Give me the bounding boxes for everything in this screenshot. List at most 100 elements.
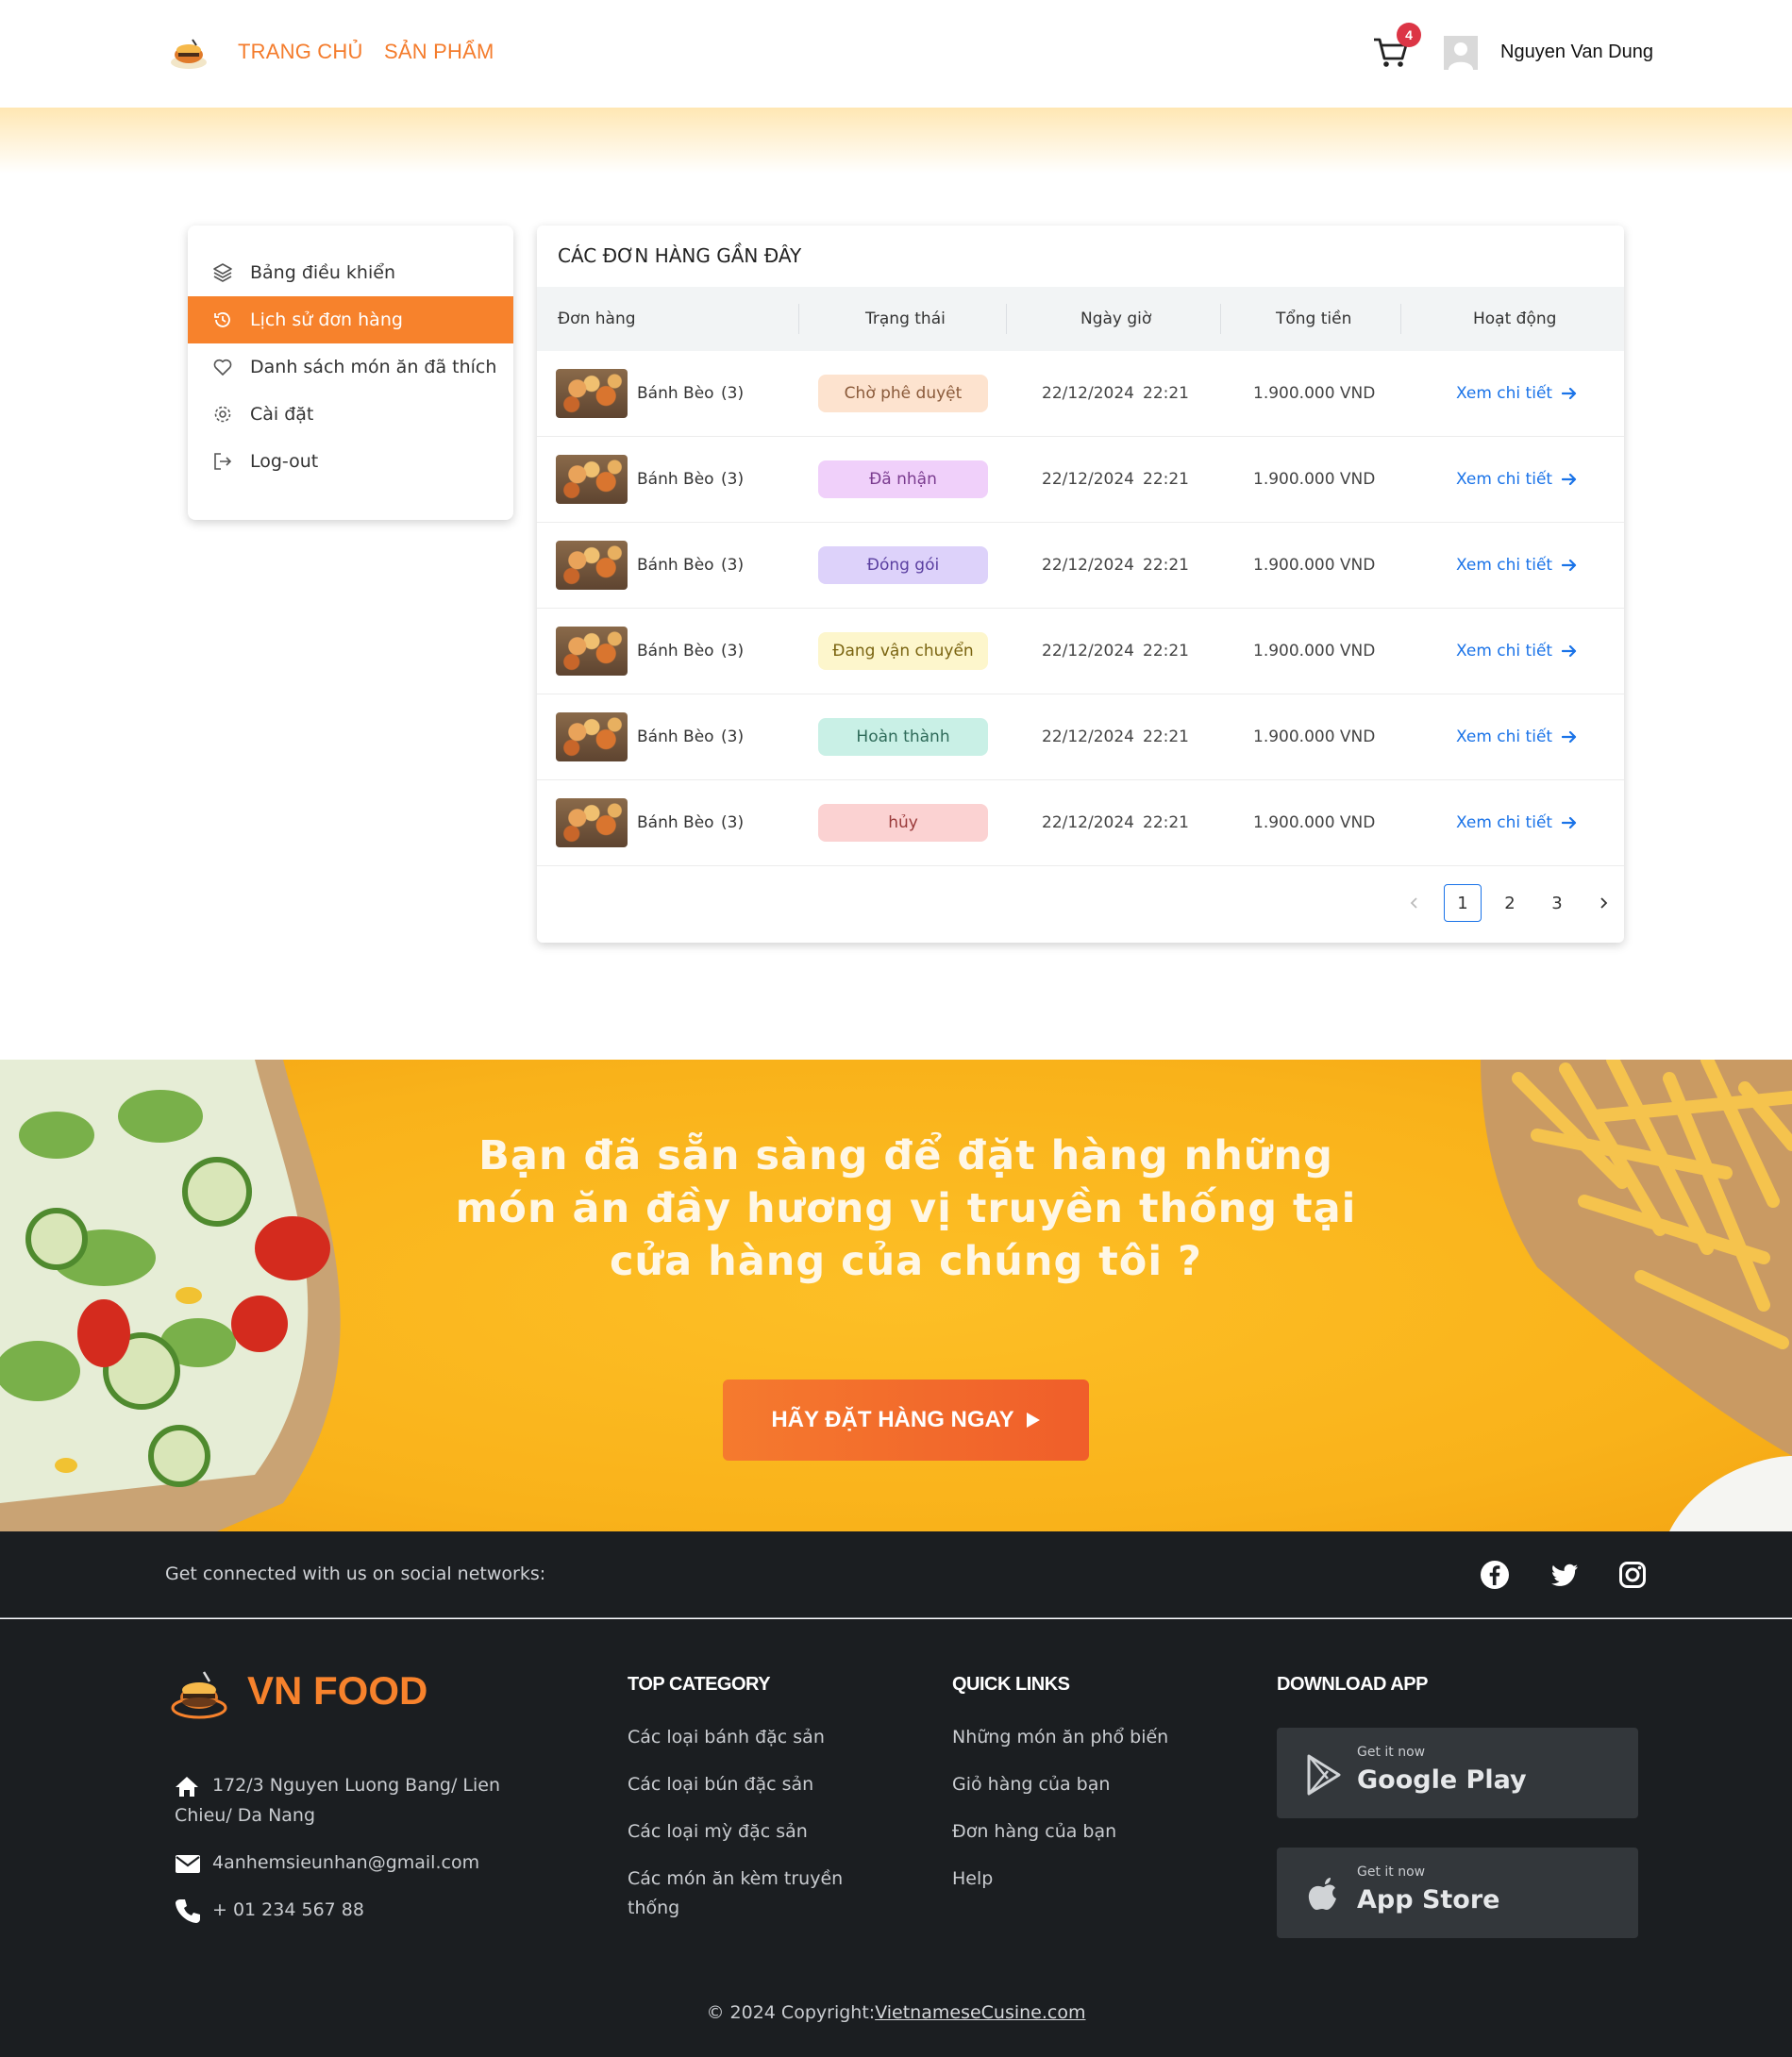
footer-link-popular[interactable]: Những món ăn phổ biến bbox=[952, 1723, 1168, 1752]
cart-count-badge: 4 bbox=[1397, 23, 1421, 47]
footer-address: 172/3 Nguyen Luong Bang/ Lien Chieu/ Da … bbox=[175, 1770, 505, 1831]
order-row: Bánh Bèo (3) Chờ phê duyệt 22/12/2024 22:21 1… bbox=[537, 351, 1624, 437]
order-time: 22:21 bbox=[1143, 556, 1189, 575]
footer-link-cart[interactable]: Giỏ hàng của bạn bbox=[952, 1770, 1110, 1799]
food-name: Bánh Bèo bbox=[637, 813, 714, 832]
status-badge: Đang vận chuyển bbox=[818, 632, 988, 670]
footer-link-bun[interactable]: Các loại bún đặc sản bbox=[628, 1770, 813, 1799]
social-bar: Get connected with us on social networks… bbox=[0, 1531, 1792, 1618]
order-row: Bánh Bèo (3) hủy 22/12/2024 22:21 1.900.000 V… bbox=[537, 780, 1624, 866]
footer-link-my[interactable]: Các loại mỳ đặc sản bbox=[628, 1817, 808, 1847]
view-details-link[interactable]: Xem chi tiết bbox=[1456, 727, 1577, 746]
page-1[interactable]: 1 bbox=[1444, 884, 1482, 922]
heart-icon bbox=[213, 359, 232, 376]
page-2[interactable]: 2 bbox=[1491, 884, 1529, 922]
sidebar-item-label: Lịch sử đơn hàng bbox=[250, 309, 403, 330]
column-header-status: Trạng thái bbox=[865, 309, 946, 328]
footer-phone: + 01 234 567 88 bbox=[175, 1895, 364, 1925]
account-sidebar: Bảng điều khiển Lịch sử đơn hàng Danh sá… bbox=[188, 226, 513, 520]
food-thumbnail[interactable] bbox=[556, 455, 628, 504]
food-quantity: (3) bbox=[721, 470, 745, 489]
google-play-button[interactable]: Get it now Google Play bbox=[1277, 1728, 1638, 1818]
copyright-link[interactable]: VietnameseCusine.com bbox=[875, 2002, 1085, 2023]
view-details-label: Xem chi tiết bbox=[1456, 470, 1553, 489]
view-details-label: Xem chi tiết bbox=[1456, 384, 1553, 403]
view-details-label: Xem chi tiết bbox=[1456, 813, 1553, 832]
page-3[interactable]: 3 bbox=[1538, 884, 1576, 922]
food-thumbnail[interactable] bbox=[556, 369, 628, 418]
gear-icon bbox=[214, 406, 231, 423]
order-now-label: HÃY ĐẶT HÀNG NGAY bbox=[771, 1407, 1014, 1432]
app-store-button[interactable]: Get it now App Store bbox=[1277, 1848, 1638, 1938]
facebook-icon[interactable] bbox=[1480, 1560, 1510, 1590]
footer-link-mon-an-kem[interactable]: Các món ăn kèm truyền thống bbox=[628, 1865, 854, 1923]
food-thumbnail[interactable] bbox=[556, 627, 628, 676]
food-quantity: (3) bbox=[721, 642, 745, 661]
orders-title: CÁC ĐƠN HÀNG GẦN ĐÂY bbox=[558, 244, 802, 267]
sidebar-item-label: Danh sách món ăn đã thích bbox=[250, 357, 497, 377]
sidebar-item-favorites[interactable]: Danh sách món ăn đã thích bbox=[188, 343, 513, 391]
home-icon bbox=[176, 1776, 198, 1797]
sidebar-item-order-history[interactable]: Lịch sử đơn hàng bbox=[188, 296, 513, 343]
order-date: 22/12/2024 bbox=[1042, 556, 1134, 575]
nav-products[interactable]: SẢN PHẨM bbox=[384, 40, 494, 64]
instagram-icon[interactable] bbox=[1617, 1560, 1648, 1590]
order-total: 1.900.000 VND bbox=[1253, 470, 1376, 489]
mail-icon bbox=[176, 1854, 200, 1873]
sidebar-item-label: Cài đặt bbox=[250, 404, 314, 425]
salad-bowl-image bbox=[0, 1060, 341, 1531]
footer-email-text: 4anhemsieunhan@gmail.com bbox=[212, 1852, 480, 1873]
copyright: © 2024 Copyright:VietnameseCusine.com bbox=[0, 2002, 1792, 2023]
food-thumbnail[interactable] bbox=[556, 541, 628, 590]
order-row: Bánh Bèo (3) Đã nhận 22/12/2024 22:21 1.900.0… bbox=[537, 437, 1624, 523]
order-row: Bánh Bèo (3) Đang vận chuyển 22/12/2024 22:2… bbox=[537, 609, 1624, 694]
footer: VN FOOD 172/3 Nguyen Luong Bang/ Lien Ch… bbox=[0, 1619, 1792, 2057]
column-header-datetime: Ngày giờ bbox=[1080, 309, 1152, 328]
food-thumbnail[interactable] bbox=[556, 712, 628, 761]
sidebar-item-settings[interactable]: Cài đặt bbox=[188, 391, 513, 438]
food-quantity: (3) bbox=[721, 556, 745, 575]
view-details-link[interactable]: Xem chi tiết bbox=[1456, 556, 1577, 575]
footer-brand[interactable]: VN FOOD bbox=[247, 1668, 427, 1714]
view-details-link[interactable]: Xem chi tiết bbox=[1456, 384, 1577, 403]
food-quantity: (3) bbox=[721, 384, 745, 403]
view-details-link[interactable]: Xem chi tiết bbox=[1456, 642, 1577, 661]
view-details-link[interactable]: Xem chi tiết bbox=[1456, 813, 1577, 832]
arrow-right-icon bbox=[1562, 730, 1577, 744]
google-play-icon bbox=[1307, 1754, 1341, 1796]
footer-link-banh[interactable]: Các loại bánh đặc sản bbox=[628, 1723, 825, 1752]
order-total: 1.900.000 VND bbox=[1253, 642, 1376, 661]
logo-icon[interactable] bbox=[168, 34, 209, 72]
order-time: 22:21 bbox=[1143, 642, 1189, 661]
user-name[interactable]: Nguyen Van Dung bbox=[1500, 42, 1653, 63]
sidebar-item-logout[interactable]: Log-out bbox=[188, 438, 513, 485]
twitter-icon[interactable] bbox=[1549, 1560, 1580, 1590]
status-badge: Chờ phê duyệt bbox=[818, 375, 988, 412]
app-store-big: App Store bbox=[1357, 1885, 1500, 1915]
footer-phone-text: + 01 234 567 88 bbox=[212, 1899, 364, 1920]
order-time: 22:21 bbox=[1143, 470, 1189, 489]
prev-page-icon[interactable] bbox=[1405, 884, 1424, 922]
nav-home[interactable]: TRANG CHỦ bbox=[238, 40, 363, 64]
food-name: Bánh Bèo bbox=[637, 727, 714, 746]
view-details-label: Xem chi tiết bbox=[1456, 727, 1553, 746]
footer-link-orders[interactable]: Đơn hàng của bạn bbox=[952, 1817, 1116, 1847]
order-total: 1.900.000 VND bbox=[1253, 384, 1376, 403]
column-divider bbox=[1220, 304, 1221, 334]
view-details-link[interactable]: Xem chi tiết bbox=[1456, 470, 1577, 489]
arrow-right-icon bbox=[1562, 473, 1577, 486]
order-now-button[interactable]: HÃY ĐẶT HÀNG NGAY bbox=[723, 1380, 1089, 1461]
footer-link-help[interactable]: Help bbox=[952, 1865, 993, 1894]
arrow-right-icon bbox=[1562, 387, 1577, 400]
google-play-small: Get it now bbox=[1357, 1745, 1426, 1760]
food-thumbnail[interactable] bbox=[556, 798, 628, 847]
next-page-icon[interactable] bbox=[1594, 884, 1613, 922]
play-arrow-icon bbox=[1026, 1413, 1040, 1428]
order-date: 22/12/2024 bbox=[1042, 727, 1134, 746]
column-header-action: Hoạt động bbox=[1473, 309, 1557, 328]
sidebar-item-dashboard[interactable]: Bảng điều khiển bbox=[188, 249, 513, 296]
brand-logo-icon[interactable] bbox=[170, 1666, 228, 1721]
order-date: 22/12/2024 bbox=[1042, 470, 1134, 489]
apple-icon bbox=[1308, 1878, 1336, 1910]
avatar[interactable] bbox=[1444, 36, 1478, 70]
